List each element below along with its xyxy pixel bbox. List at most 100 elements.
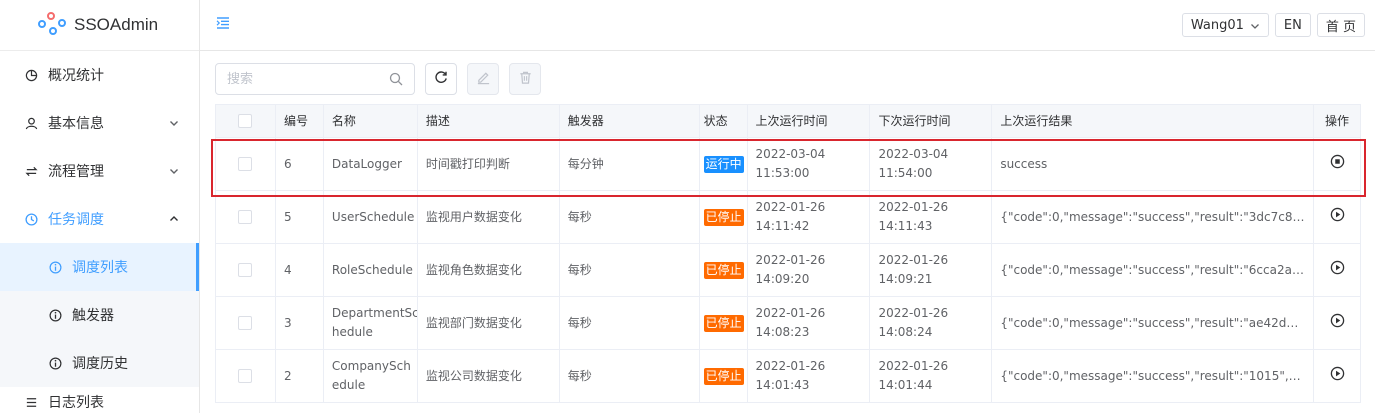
user-name: Wang01 bbox=[1190, 17, 1244, 33]
select-all-checkbox[interactable] bbox=[238, 114, 253, 128]
date-text: 2022-01-26 bbox=[878, 253, 949, 267]
column-header[interactable]: 编号 bbox=[276, 105, 324, 137]
cell-name: RoleSchedule bbox=[324, 244, 418, 296]
play-icon[interactable] bbox=[1330, 260, 1345, 281]
name-text-cont: hedule bbox=[331, 325, 373, 339]
logo-icon bbox=[38, 12, 68, 38]
sidebar-item-label: 触发器 bbox=[72, 308, 114, 324]
sidebar: SSOAdmin 概况统计 基本信息 流程管理 任务调度 调度列表 触发器 调度… bbox=[0, 0, 200, 413]
info-icon bbox=[48, 356, 62, 370]
sidebar-item-triggers[interactable]: 触发器 bbox=[0, 291, 199, 339]
time-text: 14:08:23 bbox=[755, 325, 810, 339]
row-checkbox[interactable] bbox=[238, 316, 253, 330]
edit-button[interactable] bbox=[467, 63, 499, 95]
cell-name: UserSchedule bbox=[324, 191, 418, 243]
column-header: 操作 bbox=[1314, 105, 1361, 137]
date-text: 2022-03-04 bbox=[755, 147, 826, 161]
sidebar-item-label: 基本信息 bbox=[48, 116, 104, 132]
sidebar-item-process[interactable]: 流程管理 bbox=[0, 147, 199, 195]
time-text: 11:53:00 bbox=[755, 166, 810, 180]
refresh-button[interactable] bbox=[425, 63, 457, 95]
home-button[interactable]: 首 页 bbox=[1316, 13, 1365, 37]
date-text: 2022-01-26 bbox=[878, 359, 949, 373]
row-checkbox[interactable] bbox=[238, 157, 253, 171]
column-header[interactable]: 描述 bbox=[418, 105, 560, 137]
edit-icon bbox=[476, 70, 491, 88]
date-text: 2022-01-26 bbox=[755, 200, 826, 214]
cell-trigger: 每秒 bbox=[560, 191, 700, 243]
column-header[interactable]: 上次运行结果 bbox=[992, 105, 1315, 137]
cell-status: 已停止 bbox=[700, 191, 748, 243]
name-text: RoleSchedule bbox=[331, 262, 413, 277]
table-row[interactable]: 4 RoleSchedule 监视角色数据变化 每秒 已停止 2022-01-2… bbox=[216, 244, 1361, 297]
sidebar-item-label: 调度历史 bbox=[72, 356, 128, 372]
trash-icon bbox=[518, 70, 533, 88]
sidebar-item-basic-info[interactable]: 基本信息 bbox=[0, 99, 199, 147]
play-icon[interactable] bbox=[1330, 313, 1345, 334]
date-text: 2022-01-26 bbox=[878, 306, 949, 320]
cell-next-run: 2022-01-26 14:01:44 bbox=[870, 350, 993, 402]
top-header: Wang01 EN 首 页 bbox=[200, 0, 1375, 51]
cell-result: {"code":0,"message":"success","result":"… bbox=[992, 191, 1315, 243]
search-icon[interactable] bbox=[389, 72, 403, 86]
user-dropdown[interactable]: Wang01 bbox=[1181, 13, 1269, 37]
stop-icon[interactable] bbox=[1330, 154, 1345, 175]
cell-action bbox=[1314, 244, 1361, 296]
sidebar-item-schedule-list[interactable]: 调度列表 bbox=[0, 243, 199, 291]
cell-name: DepartmentSc hedule bbox=[324, 297, 418, 349]
logo-text: SSOAdmin bbox=[74, 15, 159, 34]
pie-chart-icon bbox=[24, 68, 38, 82]
search-box bbox=[215, 63, 415, 95]
cell-desc: 监视角色数据变化 bbox=[418, 244, 560, 296]
menu-collapse-icon[interactable] bbox=[216, 17, 232, 31]
play-icon[interactable] bbox=[1330, 366, 1345, 387]
sidebar-item-overview[interactable]: 概况统计 bbox=[0, 51, 199, 99]
time-text: 14:09:20 bbox=[755, 272, 810, 286]
cell-trigger: 每秒 bbox=[560, 244, 700, 296]
delete-button[interactable] bbox=[509, 63, 541, 95]
column-header[interactable]: 名称 bbox=[324, 105, 418, 137]
cell-desc: 时间戳打印判断 bbox=[418, 138, 560, 190]
column-header[interactable]: 上次运行时间 bbox=[748, 105, 871, 137]
cell-next-run: 2022-01-26 14:09:21 bbox=[870, 244, 993, 296]
sidebar-item-schedule-history[interactable]: 调度历史 bbox=[0, 339, 199, 387]
name-text: CompanySch bbox=[331, 359, 411, 373]
table-row[interactable]: 6 DataLogger 时间戳打印判断 每分钟 运行中 2022-03-04 1… bbox=[216, 138, 1361, 191]
result-text: {"code":0,"message":"success","result":"… bbox=[1000, 209, 1305, 224]
date-text: 2022-03-04 bbox=[878, 147, 949, 161]
column-header[interactable]: 触发器 bbox=[560, 105, 700, 137]
name-text-cont: edule bbox=[331, 378, 366, 392]
swap-icon bbox=[24, 164, 38, 178]
row-checkbox[interactable] bbox=[238, 369, 253, 383]
sidebar-item-label: 日志列表 bbox=[48, 395, 104, 411]
row-select-cell bbox=[216, 297, 276, 349]
name-text: UserSchedule bbox=[331, 209, 415, 224]
row-checkbox[interactable] bbox=[238, 263, 253, 277]
cell-desc: 监视公司数据变化 bbox=[418, 350, 560, 402]
name-text: DepartmentSc bbox=[331, 306, 418, 320]
row-checkbox[interactable] bbox=[238, 210, 253, 224]
cell-last-run: 2022-03-04 11:53:00 bbox=[748, 138, 871, 190]
time-text: 14:01:44 bbox=[878, 378, 933, 392]
sidebar-item-scheduling[interactable]: 任务调度 bbox=[0, 195, 199, 243]
logo[interactable]: SSOAdmin bbox=[0, 0, 199, 51]
table-row[interactable]: 3 DepartmentSc hedule 监视部门数据变化 每秒 已停止 202… bbox=[216, 297, 1361, 350]
table-row[interactable]: 5 UserSchedule 监视用户数据变化 每秒 已停止 2022-01-2… bbox=[216, 191, 1361, 244]
cell-trigger: 每秒 bbox=[560, 297, 700, 349]
status-badge: 运行中 bbox=[703, 155, 744, 173]
table-row[interactable]: 2 CompanySch edule 监视公司数据变化 每秒 已停止 2022-0… bbox=[216, 350, 1361, 403]
cell-next-run: 2022-01-26 14:08:24 bbox=[870, 297, 993, 349]
cell-name: CompanySch edule bbox=[324, 350, 418, 402]
column-header[interactable]: 下次运行时间 bbox=[870, 105, 993, 137]
cell-trigger: 每秒 bbox=[560, 350, 700, 402]
search-input[interactable] bbox=[216, 64, 376, 94]
column-header[interactable]: 状态 bbox=[700, 105, 748, 137]
sidebar-item-label: 调度列表 bbox=[72, 260, 128, 276]
time-text: 14:08:24 bbox=[878, 325, 933, 339]
cell-last-run: 2022-01-26 14:09:20 bbox=[748, 244, 871, 296]
sidebar-item-label: 概况统计 bbox=[48, 68, 104, 84]
language-button[interactable]: EN bbox=[1274, 13, 1311, 37]
cell-status: 运行中 bbox=[700, 138, 748, 190]
sidebar-item-logs[interactable]: 日志列表 bbox=[0, 387, 199, 413]
play-icon[interactable] bbox=[1330, 207, 1345, 228]
